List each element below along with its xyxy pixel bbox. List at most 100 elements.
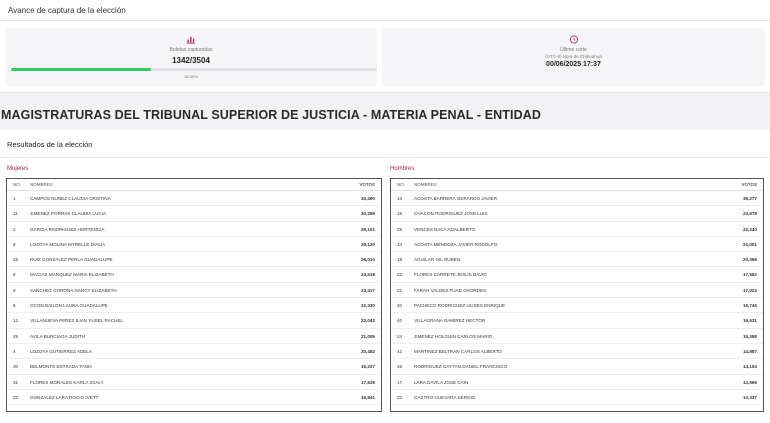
row-number: 20: [397, 303, 403, 309]
vote-count: 22,240: [742, 226, 757, 232]
candidate-name: GARCIA RODRIGUEZ HORTENCIA: [30, 226, 105, 232]
men-results-table[interactable]: NO. NOMBRES VOTOS 13 ACOSTA BARRERA GERAR…: [390, 178, 764, 412]
table-row: 8 LOZOYA MOLINA MYRELLE DIALIA 29,120: [7, 237, 381, 253]
vote-count: 20,366: [742, 257, 757, 263]
table-row: 6 MACIAS MARQUEZ MARIA ELIZABETH 24,518: [7, 267, 381, 283]
candidate-name: MACIAS MARQUEZ MARIA ELIZABETH: [30, 272, 114, 278]
women-results-table[interactable]: NO. NOMBRES VOTOS 1 CAMPOS NUÑEZ CLAUDIA …: [6, 178, 382, 412]
table-row: 22 FLORES CARRETE JESUS DAVID 17,562: [391, 267, 763, 283]
vote-count: 29,120: [360, 241, 375, 247]
table-row: 12 VILLANUEVA PEREZ ILIAN YUSEL RACHEL 22,…: [7, 313, 381, 329]
table-row: 21 FARAH VALDEZ FUAD OSORDES 17,024: [391, 283, 763, 299]
table-row: 11 JIMENEZ PORRAS CLAUDIA LUCIA 30,296: [7, 206, 381, 222]
header-no: NO.: [397, 182, 406, 187]
candidate-name: LARA DAVILA JOSE CAIN: [414, 379, 469, 385]
row-number: 2: [13, 226, 16, 232]
candidate-name: LOZOYA MOLINA MYRELLE DIALIA: [30, 241, 106, 247]
row-number: 24: [397, 333, 403, 339]
table-row: 45 RODRIGUEZ GAYTAN DANIEL FRANCISCO 14,15…: [391, 359, 763, 375]
vote-count: 35,277: [742, 196, 757, 201]
divider: [0, 20, 770, 21]
table-header: NO. NOMBRES VOTOS: [7, 179, 381, 191]
row-number: 12: [13, 318, 19, 324]
vote-count: 16,841: [360, 394, 375, 400]
vote-count: 16,631: [742, 318, 757, 324]
row-number: 45: [397, 364, 403, 370]
table-row: 13 ACOSTA BARRERA GERARDO JAVIER 35,277: [391, 191, 763, 207]
candidate-name: JIMENEZ HOLGUIN CARLOS MARIO: [414, 333, 493, 339]
vote-count: 22,043: [360, 318, 375, 324]
vote-count: 23,417: [360, 287, 375, 293]
row-number: 18: [397, 211, 403, 217]
candidate-name: AVILA BURCIAGA JUDITH: [30, 333, 86, 339]
last-cut-label: Último corte: [560, 47, 587, 53]
row-number: 31: [13, 379, 19, 385]
candidate-name: VILLAGRANA RAMIREZ HECTOR: [414, 318, 486, 324]
page-title: MAGISTRATURAS DEL TRIBUNAL SUPERIOR DE J…: [1, 108, 541, 122]
row-number: 22: [397, 272, 403, 278]
header-votes: VOTOS: [359, 182, 375, 187]
capture-progress-fill: [11, 68, 152, 71]
vote-count: 30,490: [360, 196, 375, 201]
capture-progress-panel: Avance de captura de la elección Boletas…: [0, 0, 770, 93]
women-rows: 1 CAMPOS NUÑEZ CLAUDIA CRISTINA 30,490 11 JI…: [7, 191, 381, 411]
vote-count: 13,337: [742, 394, 757, 400]
table-row: 6 OCON BAILON LAURA GUADALUPE 22,330: [7, 298, 381, 314]
row-number: 25: [13, 257, 19, 263]
table-row: 25 RUIZ GONZALEZ PERLA GUADALUPE 26,010: [7, 252, 381, 268]
candidate-name: JIMENEZ PORRAS CLAUDIA LUCIA: [30, 211, 107, 217]
vote-count: 21,005: [360, 333, 375, 339]
candidate-name: ACOSTA BARRERA GERARDO JAVIER: [414, 196, 498, 201]
candidate-name: PACHECO RODRIGUEZ ULISES ENRIQUE: [414, 303, 506, 309]
table-row: 9 SANCHEZ CORONA NANCY ELIZABETH 23,417: [7, 283, 381, 299]
women-heading: Mujeres: [7, 166, 29, 172]
row-number: 33: [397, 394, 403, 400]
vote-count: 22,330: [360, 303, 375, 309]
table-row: 28 VENCES BACA ADALBERTO 22,240: [391, 222, 763, 237]
row-number: 1: [13, 196, 16, 201]
candidate-name: VILLANUEVA PEREZ ILIAN YUSEL RACHEL: [30, 318, 124, 324]
candidate-name: FLORES CARRETE JESUS DAVID: [414, 272, 487, 278]
table-row: 24 JIMENEZ HOLGUIN CARLOS MARIO 15,398: [391, 329, 763, 344]
table-row: 29 AVILA BURCIAGA JUDITH 21,005: [7, 329, 381, 344]
vote-count: 22,001: [742, 241, 757, 247]
vote-count: 29,101: [360, 226, 375, 232]
vote-count: 19,237: [360, 364, 375, 370]
vote-count: 23,679: [742, 211, 757, 217]
vote-count: 17,562: [742, 272, 757, 278]
row-number: 41: [397, 410, 402, 411]
vote-count: 30,296: [360, 211, 375, 217]
divider: [0, 157, 770, 158]
capture-percent: 38.30%: [184, 74, 198, 79]
men-rows: 13 ACOSTA BARRERA GERARDO JAVIER 35,277 18 C…: [391, 191, 763, 411]
row-number: 28: [397, 226, 403, 232]
table-row: 31 FLORES MORALES KARLA ICIALY 17,639: [7, 375, 381, 390]
ballots-captured-value: 1342/3504: [172, 56, 210, 65]
table-row: 32 GONZALEZ LARA ROCIO IVETT 16,841: [7, 390, 381, 406]
results-title: Resultados de la elección: [7, 140, 93, 149]
row-number: 4: [13, 348, 16, 354]
ballots-captured-card: Boletas capturadas 1342/3504 38.30%: [5, 28, 377, 86]
candidate-name: LOZOYA GUTIERREZ ADELA: [30, 348, 92, 354]
table-row: 4 LOZOYA GUTIERREZ ADELA 20,482: [7, 344, 381, 360]
vote-count: 13,669: [742, 379, 757, 385]
table-row: 41 DE LA ROSA SIERRA MARIO ALBERTO 13,021: [391, 405, 763, 411]
table-row: 42 MARTINEZ BELTRAN CARLOS ALBERTO 14,887: [391, 344, 763, 360]
candidate-name: TORRES PORRAS DANIELA ANALI: [30, 410, 105, 411]
candidate-name: CHACON RODRIGUEZ JOSE LUIS: [414, 211, 488, 217]
vote-count: 14,154: [742, 364, 757, 370]
row-number: 8: [13, 241, 16, 247]
table-row: 1 CAMPOS NUÑEZ CLAUDIA CRISTINA 30,490: [7, 191, 381, 207]
last-cut-timezone: (UTC-6) Hora de Chihuahua: [545, 54, 602, 59]
candidate-name: MARTINEZ BELTRAN CARLOS ALBERTO: [414, 348, 502, 354]
last-cut-card: Último corte (UTC-6) Hora de Chihuahua 0…: [382, 28, 765, 86]
table-row: 2 GARCIA RODRIGUEZ HORTENCIA 29,101: [7, 222, 381, 237]
table-row: 33 CASTRO GUEVARA SERGIO 13,337: [391, 390, 763, 406]
candidate-name: RODRIGUEZ GAYTAN DANIEL FRANCISCO: [414, 364, 508, 370]
table-row: 20 PACHECO RODRIGUEZ ULISES ENRIQUE 16,746: [391, 298, 763, 314]
men-heading: Hombres: [390, 166, 415, 172]
header-names: NOMBRES: [30, 182, 53, 187]
candidate-name: AGUILAR GIL RUBEN: [414, 257, 461, 263]
vote-count: 14,887: [742, 348, 757, 354]
vote-count: 16,375: [361, 410, 375, 411]
